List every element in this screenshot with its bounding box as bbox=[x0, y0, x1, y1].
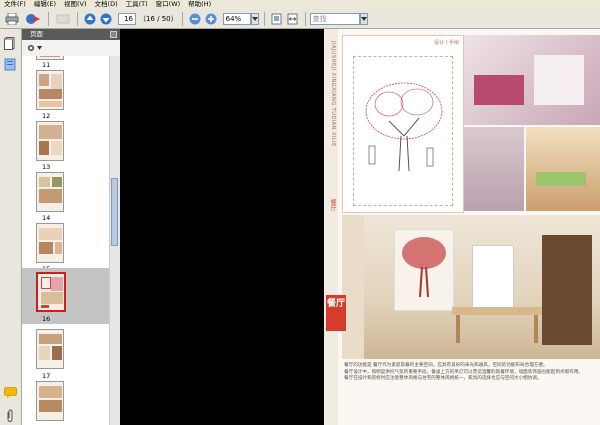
gear-icon bbox=[27, 44, 35, 52]
thumbnail-page-17[interactable]: 17 bbox=[22, 326, 110, 380]
toolbar-separator bbox=[48, 11, 49, 26]
sketch-caption: 设计 / 手绘 bbox=[434, 40, 459, 46]
page-total-label: （16 / 50） bbox=[139, 14, 178, 23]
paragraph: 餐厅的功能是 餐厅作为家庭就餐的主要空间，应具有良好的采光和通风，空间的功能布局… bbox=[344, 363, 548, 368]
dining-room-photo bbox=[342, 215, 600, 359]
thumbnail-page-16[interactable]: 16 bbox=[22, 268, 110, 324]
panel-options-icon[interactable] bbox=[110, 31, 117, 38]
body-text: 餐厅的功能是 餐厅作为家庭就餐的主要空间，应具有良好的采光和通风，空间的功能布局… bbox=[344, 363, 596, 423]
menu-view[interactable]: 视图(V) bbox=[60, 0, 91, 9]
fit-page-icon[interactable] bbox=[270, 12, 284, 26]
menu-bar: 文件(F) 编辑(E) 视图(V) 文档(D) 工具(T) 窗口(W) 帮助(H… bbox=[0, 0, 600, 9]
pages-panel-title: 页面 bbox=[30, 30, 43, 38]
search-dropdown-icon[interactable] bbox=[359, 12, 368, 25]
attachments-panel-icon[interactable] bbox=[4, 58, 16, 73]
comments-icon[interactable] bbox=[4, 387, 17, 401]
thumbnail-image bbox=[36, 329, 64, 369]
pages-panel-header: 页面 bbox=[22, 29, 120, 40]
side-label: 餐厅 bbox=[329, 199, 336, 211]
menu-document[interactable]: 文档(D) bbox=[91, 0, 122, 9]
section-badge: 餐厅 bbox=[326, 295, 346, 331]
tree-drawing-icon bbox=[365, 82, 443, 172]
print-icon[interactable] bbox=[3, 12, 21, 26]
document-viewer[interactable]: JIAJUSHEJI XINGXIANG TUDIAN XILIE 餐厅 设计 … bbox=[120, 29, 600, 425]
toolbar: 16 （16 / 50） 64% 查找 bbox=[0, 9, 600, 29]
zoom-dropdown-icon[interactable] bbox=[250, 12, 259, 25]
menu-file[interactable]: 文件(F) bbox=[0, 0, 30, 9]
search-input[interactable]: 查找 bbox=[309, 12, 360, 25]
previous-page-icon[interactable] bbox=[83, 12, 97, 26]
scrollbar-thumb[interactable] bbox=[111, 178, 118, 246]
thumbnail-page-11[interactable]: 11 bbox=[22, 56, 110, 69]
thumbnail-page-12[interactable]: 12 bbox=[22, 68, 110, 120]
toolbar-separator bbox=[181, 11, 183, 26]
thumbnail-image bbox=[36, 70, 64, 110]
chevron-down-icon bbox=[37, 46, 42, 50]
paragraph: 餐厅在设计和装修时应注意整体风格与住宅的整体风格统一，家具的选择也应与空间大小相… bbox=[344, 376, 542, 382]
paperclip-icon[interactable] bbox=[5, 409, 15, 425]
toolbar-separator bbox=[77, 11, 78, 26]
pages-panel: 页面 11 12 13 14 16 17 bbox=[22, 29, 123, 425]
thumbnail-image bbox=[36, 381, 64, 421]
share-icon[interactable] bbox=[23, 12, 43, 26]
fit-width-icon[interactable] bbox=[286, 12, 300, 26]
thumbnail-image bbox=[36, 172, 64, 212]
toolbar-separator bbox=[304, 11, 306, 26]
interior-photo-3 bbox=[526, 127, 600, 211]
thumbnail-page-15[interactable]: 15 bbox=[22, 220, 110, 273]
thumbnail-list: 11 12 13 14 16 17 bbox=[22, 56, 110, 425]
zoom-input[interactable]: 64% bbox=[222, 12, 251, 25]
zoom-out-icon[interactable] bbox=[188, 12, 202, 26]
menu-help[interactable]: 帮助(H) bbox=[184, 0, 215, 9]
thumbnail-page-13[interactable]: 13 bbox=[22, 118, 110, 171]
thumbnail-image bbox=[36, 272, 66, 312]
pages-panel-icon[interactable] bbox=[4, 37, 16, 52]
menu-tools[interactable]: 工具(T) bbox=[122, 0, 152, 9]
pages-panel-toolbar bbox=[22, 40, 120, 57]
interior-photo-1 bbox=[464, 35, 600, 125]
next-page-icon[interactable] bbox=[99, 12, 113, 26]
thumbnail-page-14[interactable]: 14 bbox=[22, 169, 110, 222]
thumbnail-image bbox=[36, 56, 64, 60]
options-menu-button[interactable] bbox=[26, 43, 42, 53]
thumbnail-label: 16 bbox=[42, 315, 51, 323]
interior-photo-2 bbox=[464, 127, 524, 211]
thumbnail-page-18[interactable] bbox=[22, 378, 110, 425]
document-page: JIAJUSHEJI XINGXIANG TUDIAN XILIE 餐厅 设计 … bbox=[324, 29, 600, 425]
menu-edit[interactable]: 编辑(E) bbox=[30, 0, 60, 9]
select-tool-icon[interactable] bbox=[54, 12, 72, 26]
zoom-in-icon[interactable] bbox=[204, 12, 218, 26]
toolbar-separator bbox=[263, 11, 265, 26]
page-number-input[interactable]: 16 bbox=[118, 12, 136, 25]
thumbnail-image bbox=[36, 223, 64, 263]
thumbnail-image bbox=[36, 121, 64, 161]
sketch-illustration: 设计 / 手绘 bbox=[342, 35, 464, 213]
thumbnail-scrollbar[interactable] bbox=[109, 56, 120, 425]
vertical-series-text: JIAJUSHEJI XINGXIANG TUDIAN XILIE bbox=[330, 41, 336, 147]
menu-window[interactable]: 窗口(W) bbox=[152, 0, 185, 9]
navigation-icon-strip bbox=[0, 29, 22, 425]
